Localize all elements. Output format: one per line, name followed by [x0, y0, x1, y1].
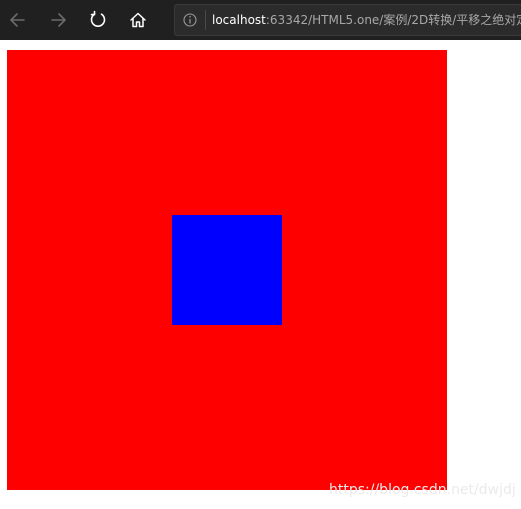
browser-toolbar: localhost:63342/HTML5.one/案例/2D转换/平移之绝对定… [0, 0, 521, 40]
url-host: localhost [212, 13, 266, 27]
info-icon[interactable] [183, 13, 197, 27]
refresh-button[interactable] [82, 4, 114, 36]
arrow-right-icon [51, 13, 66, 27]
arrow-left-icon [10, 13, 25, 27]
refresh-icon [90, 10, 106, 27]
address-separator [205, 10, 206, 30]
red-outer-box [7, 50, 447, 490]
blue-inner-box [172, 215, 282, 325]
url-path: :63342/HTML5.one/案例/2D转换/平移之绝对定位 [265, 13, 521, 27]
address-bar[interactable]: localhost:63342/HTML5.one/案例/2D转换/平移之绝对定… [174, 4, 521, 36]
home-button[interactable] [122, 4, 154, 36]
back-button[interactable] [2, 4, 34, 36]
home-icon [130, 12, 146, 28]
forward-button[interactable] [42, 4, 74, 36]
url-text[interactable]: localhost:63342/HTML5.one/案例/2D转换/平移之绝对定… [212, 13, 521, 27]
watermark-text: https://blog.csdn.net/dwjdj [329, 482, 516, 498]
